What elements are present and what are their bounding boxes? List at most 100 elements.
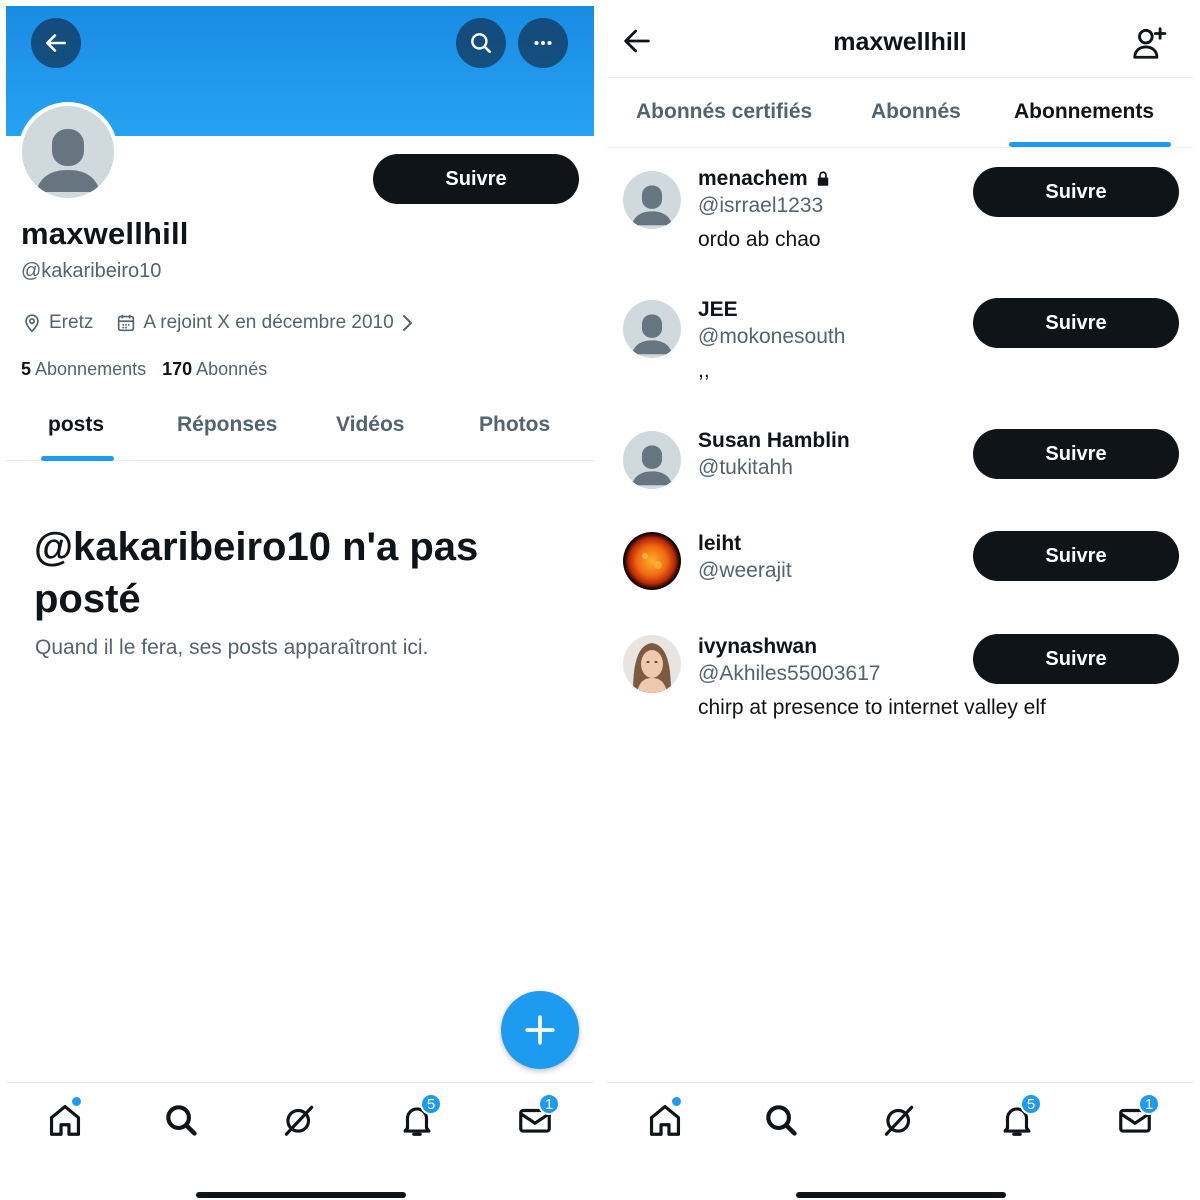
tab-posts[interactable]: posts (48, 413, 104, 437)
user-bio: ordo ab chao (698, 228, 821, 251)
user-name: Susan Hamblin (698, 429, 850, 453)
home-indicator (796, 1192, 1006, 1198)
tab-following[interactable]: Abonnements (1014, 100, 1154, 124)
notifications-badge: 5 (420, 1093, 442, 1115)
home-icon (49, 1104, 81, 1136)
list-item[interactable]: menachem @isrrael1233 ordo ab chao Suivr… (606, 161, 1194, 281)
nav-notifications[interactable]: 5 (398, 1093, 442, 1141)
follow-button[interactable]: Suivre (973, 531, 1179, 581)
tab-replies[interactable]: Réponses (177, 413, 277, 437)
empty-state-subtitle: Quand il le fera, ses posts apparaîtront… (35, 636, 429, 659)
bottom-navigation: 5 1 (6, 1082, 594, 1162)
following-screen: maxwellhill Abonnés certifiés Abonnés Ab… (606, 6, 1194, 1200)
follow-button[interactable]: Suivre (973, 429, 1179, 479)
follow-button[interactable]: Suivre (973, 167, 1179, 217)
user-name-text: leiht (698, 532, 742, 555)
add-user-icon (1133, 27, 1167, 59)
plus-icon (525, 1015, 555, 1045)
followers-label: Abonnés (196, 359, 268, 379)
profile-location: Eretz (49, 312, 94, 333)
nav-messages[interactable]: 1 (516, 1093, 560, 1141)
followers-stat[interactable]: 170 Abonnés (162, 359, 267, 380)
following-header: maxwellhill (606, 6, 1194, 78)
following-count: 5 (21, 359, 32, 379)
compose-button[interactable] (501, 991, 579, 1069)
following-label: Abonnements (35, 359, 147, 379)
add-user-button[interactable] (1130, 24, 1170, 64)
user-handle: @mokonesouth (698, 325, 846, 348)
user-name: JEE (698, 298, 738, 322)
profile-stats: 5 Abonnements 170 Abonnés (21, 359, 283, 380)
home-indicator (196, 1192, 406, 1198)
user-avatar[interactable] (623, 431, 681, 489)
tab-videos[interactable]: Vidéos (336, 413, 404, 437)
home-notification-dot (672, 1097, 681, 1106)
bottom-navigation: 5 1 (606, 1082, 1194, 1162)
calendar-icon (115, 312, 137, 334)
user-handle: @isrrael1233 (698, 194, 824, 217)
location-pin-icon (21, 312, 43, 334)
nav-notifications[interactable]: 5 (998, 1093, 1042, 1141)
default-avatar-icon (22, 106, 114, 198)
user-avatar[interactable] (623, 300, 681, 358)
tab-verified-followers[interactable]: Abonnés certifiés (636, 100, 812, 124)
messages-badge: 1 (1138, 1093, 1160, 1115)
followers-count: 170 (162, 359, 193, 379)
nav-home[interactable] (646, 1097, 686, 1141)
nav-grok[interactable] (280, 1101, 320, 1141)
user-name-text: ivynashwan (698, 635, 818, 658)
following-stat[interactable]: 5 Abonnements (21, 359, 146, 380)
follow-button[interactable]: Suivre (973, 298, 1179, 348)
chevron-right-icon (402, 315, 412, 331)
page-title: maxwellhill (833, 28, 967, 56)
nav-search[interactable] (762, 1101, 802, 1141)
follow-button[interactable]: Suivre (373, 154, 579, 204)
user-bio: chirp at presence to internet valley elf (698, 696, 1046, 719)
profile-display-name: maxwellhill (21, 216, 189, 251)
tab-followers[interactable]: Abonnés (871, 100, 961, 124)
more-horizontal-icon (534, 40, 552, 46)
list-item[interactable]: ivynashwan @Akhiles55003617 chirp at pre… (606, 629, 1194, 739)
arrow-left-icon (46, 34, 66, 52)
nav-search[interactable] (162, 1101, 202, 1141)
nav-home[interactable] (46, 1097, 86, 1141)
user-avatar[interactable] (623, 635, 681, 693)
user-handle: @weerajit (698, 559, 792, 582)
profile-handle: @kakaribeiro10 (21, 260, 162, 282)
active-tab-indicator (41, 456, 114, 461)
empty-state-title: @kakaribeiro10 n'a pas posté (34, 525, 479, 621)
default-avatar-icon (623, 300, 681, 358)
search-button[interactable] (456, 18, 506, 68)
user-avatar[interactable] (623, 532, 681, 590)
following-tabs: Abonnés certifiés Abonnés Abonnements (606, 78, 1194, 148)
list-item[interactable]: Susan Hamblin @tukitahh Suivre (606, 423, 1194, 518)
default-avatar-icon (623, 171, 681, 229)
nav-messages[interactable]: 1 (1116, 1093, 1160, 1141)
list-item[interactable]: JEE @mokonesouth ,, Suivre (606, 292, 1194, 412)
profile-screen: Suivre maxwellhill @kakaribeiro10 Eretz … (6, 6, 594, 1200)
home-notification-dot (72, 1097, 81, 1106)
follow-button[interactable]: Suivre (973, 634, 1179, 684)
more-options-button[interactable] (518, 18, 568, 68)
lock-icon (817, 171, 828, 186)
user-name: ivynashwan (698, 635, 817, 659)
list-item[interactable]: leiht @weerajit Suivre (606, 526, 1194, 621)
sun-photo-avatar (623, 532, 681, 590)
user-avatar[interactable] (623, 171, 681, 229)
nav-grok[interactable] (880, 1101, 920, 1141)
search-icon (766, 1105, 797, 1136)
user-name-text: JEE (698, 298, 738, 321)
profile-meta: Eretz A rejoint X en décembre 2010 (21, 312, 416, 334)
notifications-badge: 5 (1020, 1093, 1042, 1115)
tab-photos[interactable]: Photos (479, 413, 550, 437)
profile-avatar[interactable] (18, 102, 118, 202)
user-handle: @tukitahh (698, 456, 793, 479)
profile-join-date[interactable]: A rejoint X en décembre 2010 (143, 312, 393, 334)
user-name: menachem (698, 167, 832, 191)
user-bio: ,, (698, 359, 710, 382)
grok-icon (284, 1105, 314, 1136)
back-button[interactable] (31, 18, 81, 68)
messages-badge: 1 (538, 1093, 560, 1115)
user-name-text: menachem (698, 167, 808, 190)
user-handle: @Akhiles55003617 (698, 662, 881, 685)
